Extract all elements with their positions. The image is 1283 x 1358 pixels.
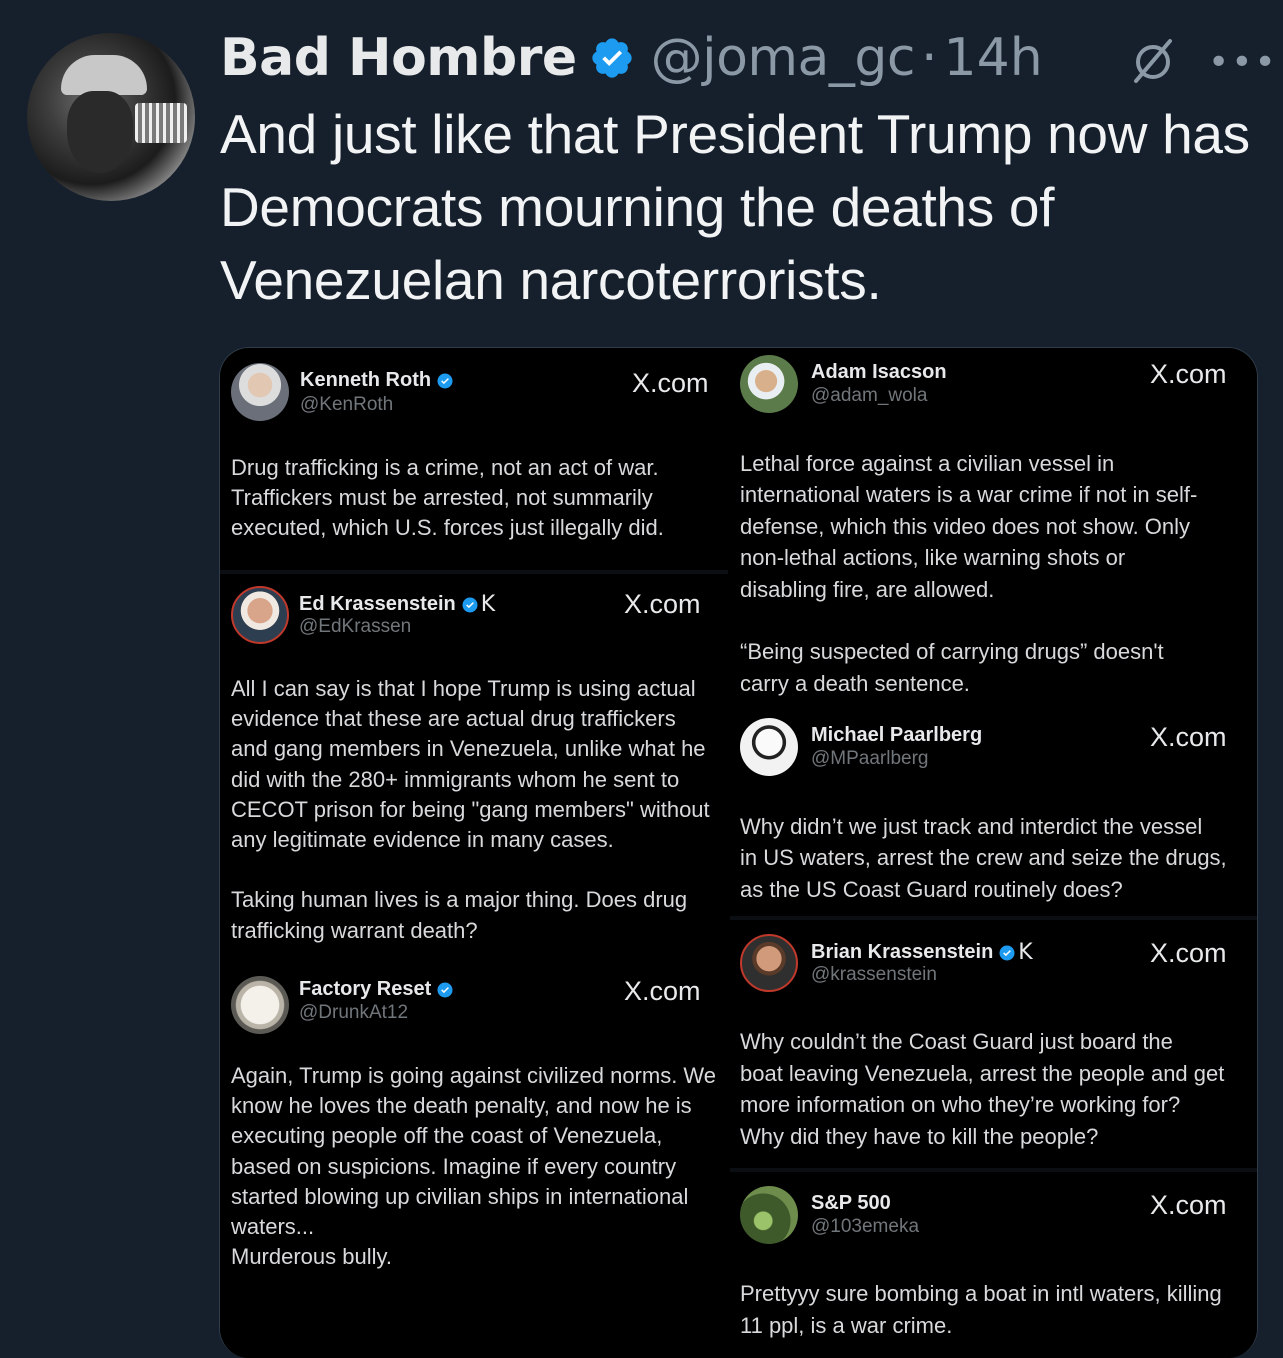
post-avatar <box>740 934 798 992</box>
post-body: Again, Trump is going against civilized … <box>231 1063 717 1270</box>
post-body: Drug trafficking is a crime, not an act … <box>231 455 664 541</box>
post-source-label: X.com <box>632 368 709 398</box>
post-author-handle: @KenRoth <box>300 394 394 415</box>
verified-badge-icon <box>437 373 453 388</box>
post-author-name: Michael Paarlberg <box>811 724 983 746</box>
post-author-name: Adam Isacson <box>811 361 947 383</box>
author-handle[interactable]: @joma_gc <box>651 28 916 88</box>
post-source-label: X.com <box>624 589 701 619</box>
verified-badge-icon <box>437 982 453 997</box>
avatar-railing <box>135 103 187 143</box>
post-author-name: S&P 500 <box>811 1192 891 1214</box>
tweet-media-image[interactable]: Kenneth Roth @KenRoth X.com Drug traffic… <box>219 347 1258 1358</box>
post-author-name: Brian Krassenstein K <box>811 940 1033 965</box>
avatar-cap <box>61 55 147 95</box>
post-author-handle: @adam_wola <box>811 385 928 406</box>
embedded-post-103emeka: S&P 500 @103emeka X.com Prettyyy sure bo… <box>730 1172 1257 1358</box>
avatar-face <box>67 91 133 173</box>
post-author-handle: @DrunkAt12 <box>299 1002 409 1023</box>
post-source-label: X.com <box>1150 722 1227 752</box>
verified-badge-icon <box>999 945 1015 960</box>
post-avatar <box>740 355 798 413</box>
post-author-name: Kenneth Roth <box>300 369 454 392</box>
verified-badge-icon <box>591 38 632 78</box>
post-avatar <box>231 363 289 421</box>
affiliate-badge-icon: K <box>1018 940 1033 965</box>
post-author-name: Ed Krassenstein K <box>299 592 496 617</box>
post-source-label: X.com <box>624 976 701 1006</box>
post-source-label: X.com <box>1150 938 1227 968</box>
post-author-handle: @MPaarlberg <box>811 748 929 769</box>
tweet-header: Bad Hombre @joma_gc · 14h <box>220 28 1043 88</box>
post-body: Lethal force against a civilian vessel i… <box>740 451 1198 696</box>
tweet-timestamp[interactable]: 14h <box>944 28 1043 88</box>
post-avatar <box>740 1186 798 1244</box>
header-separator: · <box>921 28 938 88</box>
author-avatar[interactable] <box>27 33 195 201</box>
post-avatar <box>231 586 289 644</box>
embedded-post-mpaarlberg: Michael Paarlberg @MPaarlberg X.com Why … <box>730 704 1257 916</box>
post-author-handle: @krassenstein <box>811 964 937 985</box>
author-display-name[interactable]: Bad Hombre <box>220 28 577 88</box>
post-body: All I can say is that I hope Trump is us… <box>231 676 710 943</box>
tweet-text: And just like that President Trump now h… <box>220 103 1250 311</box>
embedded-post-adamwola: Adam Isacson @adam_wola X.com Lethal for… <box>730 348 1257 704</box>
post-source-label: X.com <box>1150 359 1227 389</box>
grok-icon[interactable] <box>1128 36 1178 86</box>
verified-badge-icon <box>462 597 478 612</box>
post-source-label: X.com <box>1150 1190 1227 1220</box>
post-avatar <box>231 976 289 1034</box>
post-body: Why couldn’t the Coast Guard just board … <box>740 1029 1225 1149</box>
more-options-icon[interactable]: ••• <box>1208 42 1278 83</box>
embedded-post-drunkat12: Factory Reset @DrunkAt12 X.com Again, Tr… <box>220 964 728 1358</box>
embedded-post-krassenstein: Brian Krassenstein K @krassenstein X.com… <box>730 920 1257 1168</box>
post-body: Why didn’t we just track and interdict t… <box>740 814 1227 902</box>
embedded-post-kenroth: Kenneth Roth @KenRoth X.com Drug traffic… <box>220 348 728 570</box>
post-body: Prettyyy sure bombing a boat in intl wat… <box>740 1281 1222 1338</box>
post-author-name: Factory Reset <box>299 978 454 1001</box>
post-author-handle: @EdKrassen <box>299 616 412 637</box>
embedded-post-edkrassen: Ed Krassenstein K @EdKrassen X.com All I… <box>220 574 728 964</box>
post-author-handle: @103emeka <box>811 1216 920 1237</box>
post-avatar <box>740 718 798 776</box>
affiliate-badge-icon: K <box>480 592 496 617</box>
